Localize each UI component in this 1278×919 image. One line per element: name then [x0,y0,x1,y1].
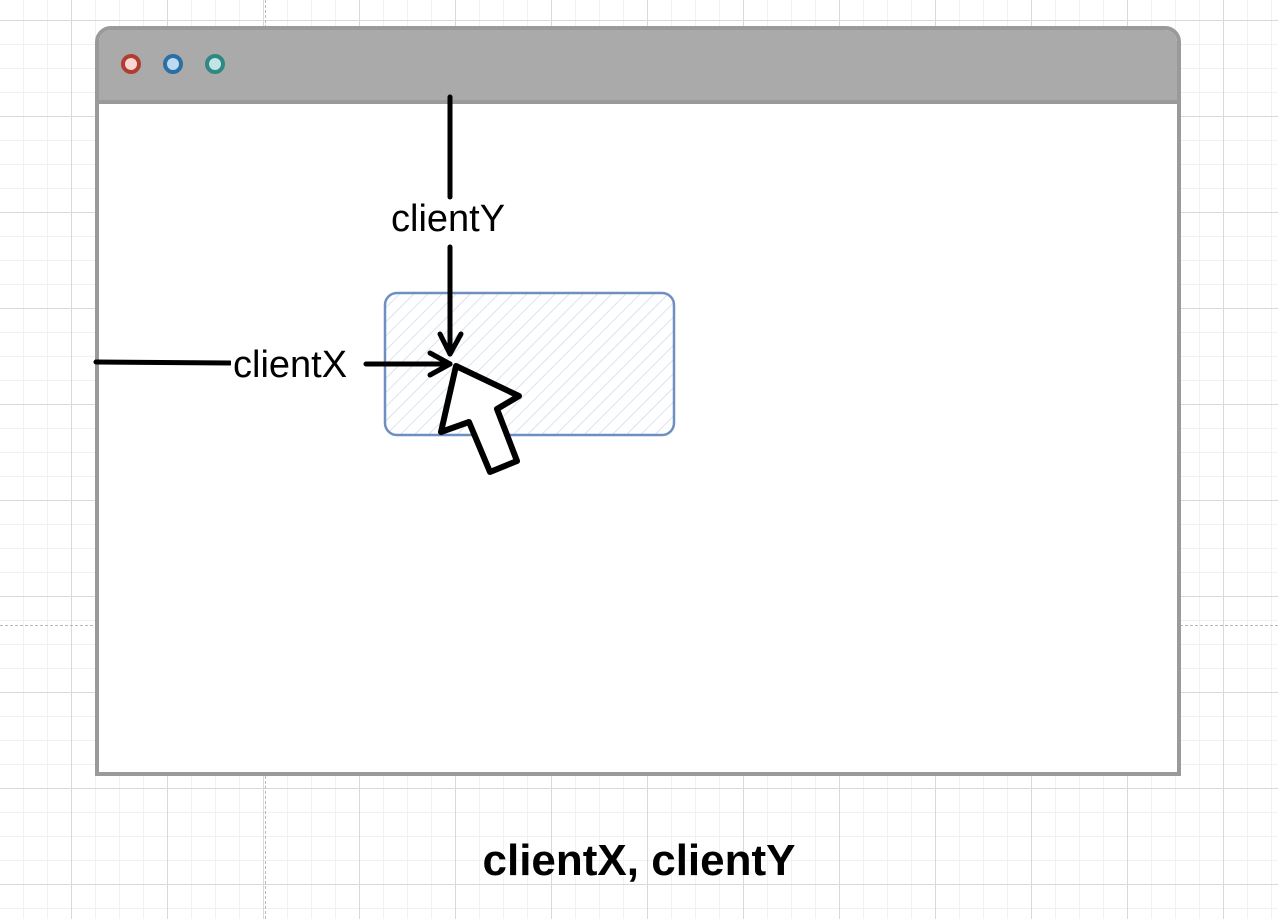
client-x-label: clientX [231,344,350,386]
diagram-caption: clientX, clientY [482,836,796,885]
diagram-overlay [93,94,676,475]
client-y-label: clientY [389,198,508,240]
